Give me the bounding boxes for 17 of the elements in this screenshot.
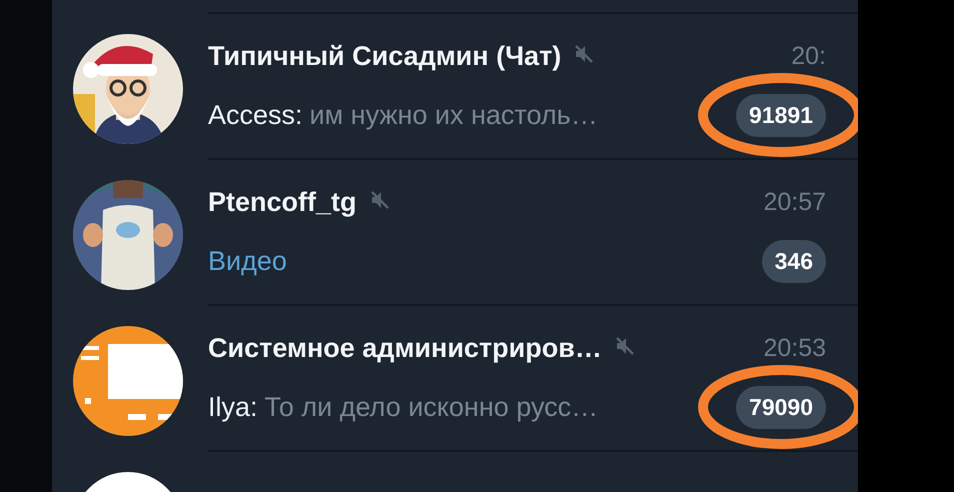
chat-name: Системное администриров…: [208, 332, 602, 364]
unread-count: 79090: [736, 386, 826, 428]
message-time: 20:53: [763, 334, 826, 362]
sender-name: Ilya:: [208, 392, 258, 422]
muted-speaker-icon: [614, 334, 636, 356]
muted-speaker-icon: [368, 188, 390, 210]
chat-name: Типичный Сисадмин (Чат): [208, 40, 562, 72]
message-preview: им нужно их настоль…: [310, 100, 598, 130]
chat-name: Ptencoff_tg: [208, 186, 356, 218]
message-preview: Видео: [208, 246, 287, 276]
unread-count: 346: [762, 240, 826, 282]
sender-name: Access:: [208, 100, 303, 130]
message-time: 20:57: [763, 188, 826, 216]
message-preview: То ли дело исконно русс…: [264, 392, 598, 422]
muted-speaker-icon: [573, 42, 596, 64]
unread-count: 91891: [736, 94, 826, 136]
message-time: 20:: [791, 42, 826, 70]
